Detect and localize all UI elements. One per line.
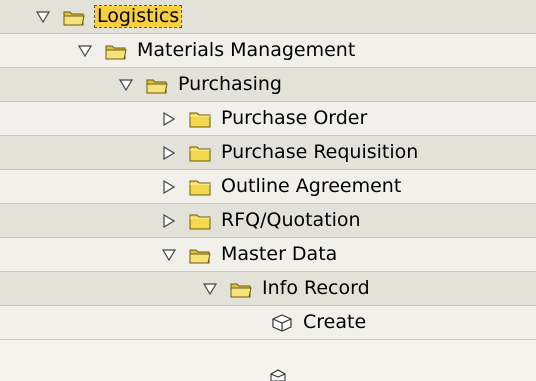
collapse-triangle-icon[interactable] (160, 178, 178, 196)
tree-node-label[interactable]: Outline Agreement (221, 177, 401, 196)
tree-node-purchase-order[interactable]: Purchase Order (0, 102, 536, 136)
tree-node-master-data[interactable]: Master Data (0, 238, 536, 272)
navigation-tree: Logistics Materials Management Purchasin… (0, 0, 536, 381)
tree-node-purchasing[interactable]: Purchasing (0, 68, 536, 102)
tree-node-label[interactable]: Logistics (93, 5, 183, 28)
tree-node-label[interactable]: Materials Management (137, 41, 355, 60)
expand-triangle-icon[interactable] (117, 76, 135, 94)
tree-node-label[interactable]: Purchase Order (221, 109, 367, 128)
folder-open-icon (63, 11, 85, 25)
tree-node-label[interactable]: Info Record (262, 279, 370, 298)
folder-open-icon (189, 249, 211, 263)
tree-node-label[interactable]: Create (303, 313, 366, 332)
tree-node-label[interactable]: RFQ/Quotation (221, 211, 361, 230)
tree-node-label[interactable]: Master Data (221, 245, 337, 264)
tree-node-materials-management[interactable]: Materials Management (0, 34, 536, 68)
expand-triangle-icon[interactable] (76, 42, 94, 60)
folder-open-icon (146, 79, 168, 93)
expand-triangle-icon[interactable] (160, 246, 178, 264)
tree-node-info-record[interactable]: Info Record (0, 272, 536, 306)
collapse-triangle-icon[interactable] (160, 212, 178, 230)
expand-triangle-icon[interactable] (201, 280, 219, 298)
transaction-cube-icon (272, 313, 292, 332)
expand-triangle-icon[interactable] (34, 8, 52, 26)
tree-node-purchase-requisition[interactable]: Purchase Requisition (0, 136, 536, 170)
folder-closed-icon (189, 112, 211, 127)
tree-node-label[interactable]: Purchasing (178, 75, 282, 94)
folder-closed-icon (189, 146, 211, 161)
transaction-cube-icon (270, 369, 286, 381)
folder-closed-icon (189, 180, 211, 195)
folder-open-icon (230, 283, 252, 297)
tree-node-outline-agreement[interactable]: Outline Agreement (0, 170, 536, 204)
tree-node-create[interactable]: Create (0, 306, 536, 340)
tree-node-logistics[interactable]: Logistics (0, 0, 536, 34)
tree-node-rfq-quotation[interactable]: RFQ/Quotation (0, 204, 536, 238)
folder-closed-icon (189, 214, 211, 229)
tree-node-label[interactable]: Purchase Requisition (221, 143, 418, 162)
collapse-triangle-icon[interactable] (160, 144, 178, 162)
folder-open-icon (105, 45, 127, 59)
collapse-triangle-icon[interactable] (160, 110, 178, 128)
